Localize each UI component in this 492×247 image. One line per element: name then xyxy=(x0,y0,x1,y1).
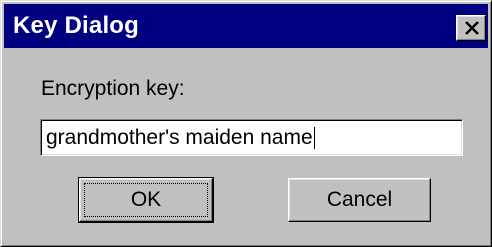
text-caret xyxy=(313,127,315,149)
cancel-button[interactable]: Cancel xyxy=(288,178,431,222)
key-dialog: Key Dialog Encryption key: grandmother's… xyxy=(0,0,492,247)
encryption-key-input[interactable]: grandmother's maiden name xyxy=(40,119,463,156)
ok-button[interactable]: OK xyxy=(78,177,214,223)
title-bar[interactable]: Key Dialog xyxy=(4,4,488,48)
close-button[interactable] xyxy=(456,15,486,41)
dialog-title: Key Dialog xyxy=(13,12,140,39)
ok-button-label: OK xyxy=(130,188,162,211)
encryption-key-value: grandmother's maiden name xyxy=(46,126,313,149)
encryption-key-label: Encryption key: xyxy=(41,77,185,100)
cancel-button-label: Cancel xyxy=(326,188,393,211)
close-icon xyxy=(465,21,479,35)
